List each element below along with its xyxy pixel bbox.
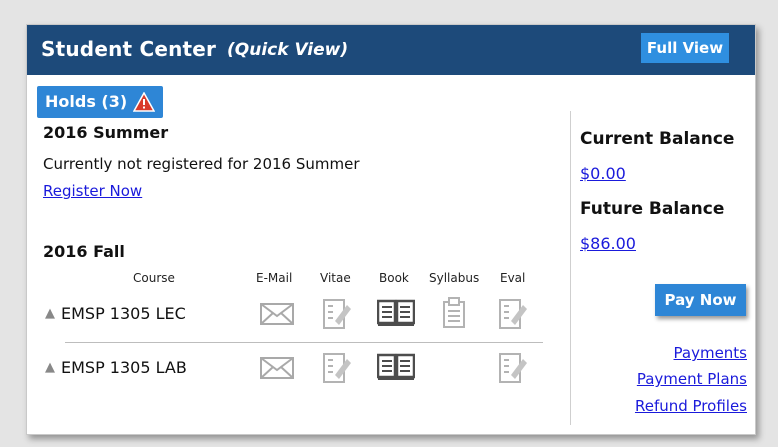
summer-status-text: Currently not registered for 2016 Summer [43, 155, 360, 173]
register-now-link[interactable]: Register Now [43, 182, 142, 200]
vitae-icon[interactable] [321, 351, 353, 385]
vitae-icon[interactable] [321, 297, 353, 331]
refund-profiles-link[interactable]: Refund Profiles [635, 397, 747, 415]
holds-label: Holds (3) [45, 92, 128, 111]
email-icon[interactable] [260, 356, 294, 380]
pay-now-button[interactable]: Pay Now [655, 284, 746, 316]
column-header-course: Course [133, 271, 175, 285]
book-icon[interactable] [377, 353, 415, 381]
summer-term-heading: 2016 Summer [43, 123, 169, 142]
page-subtitle: (Quick View) [227, 40, 349, 60]
payment-plans-link[interactable]: Payment Plans [637, 370, 747, 388]
eval-icon[interactable] [497, 297, 529, 331]
full-view-button[interactable]: Full View [641, 33, 729, 63]
column-header-syllabus: Syllabus [429, 271, 480, 285]
column-header-email: E-Mail [256, 271, 293, 285]
column-header-eval: Eval [500, 271, 526, 285]
column-divider [570, 111, 571, 425]
holds-button[interactable]: Holds (3) [37, 86, 164, 118]
current-balance-link[interactable]: $0.00 [580, 164, 626, 183]
book-icon[interactable] [377, 299, 415, 327]
payments-link[interactable]: Payments [674, 344, 747, 362]
course-name: EMSP 1305 LEC [61, 304, 186, 323]
future-balance-link[interactable]: $86.00 [580, 234, 636, 253]
course-name: EMSP 1305 LAB [61, 358, 187, 377]
course-row-lab[interactable]: ▲ EMSP 1305 LAB [45, 358, 187, 377]
fall-term-heading: 2016 Fall [43, 242, 125, 261]
syllabus-icon[interactable] [442, 297, 466, 329]
expand-icon[interactable]: ▲ [45, 360, 55, 375]
future-balance-label: Future Balance [580, 199, 725, 219]
warning-icon [133, 92, 156, 112]
row-divider [65, 342, 543, 343]
current-balance-label: Current Balance [580, 129, 735, 149]
course-row-lec[interactable]: ▲ EMSP 1305 LEC [45, 304, 186, 323]
column-header-book: Book [379, 271, 409, 285]
expand-icon[interactable]: ▲ [45, 306, 55, 321]
student-center-panel: Student Center (Quick View) Full View Ho… [26, 24, 756, 435]
page-title: Student Center [41, 37, 217, 61]
column-header-vitae: Vitae [320, 271, 351, 285]
email-icon[interactable] [260, 302, 294, 326]
eval-icon[interactable] [497, 351, 529, 385]
panel-header: Student Center (Quick View) Full View [27, 25, 755, 75]
